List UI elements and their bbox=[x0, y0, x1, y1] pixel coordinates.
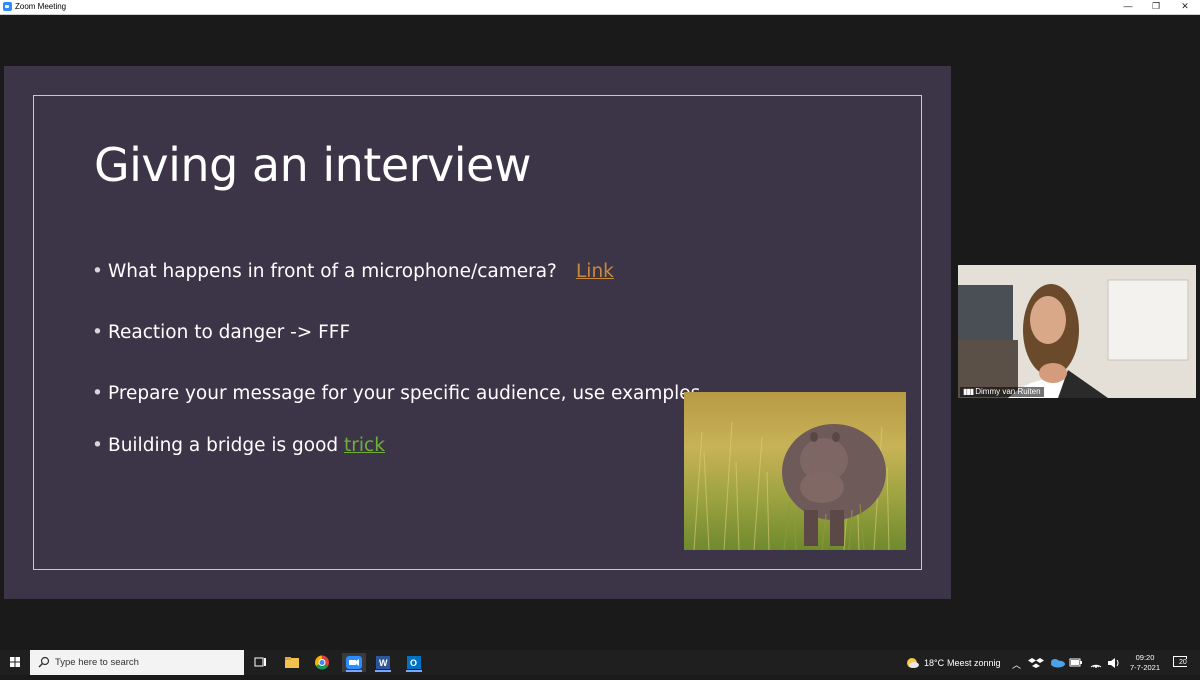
bullet-2: • Reaction to danger -> FFF bbox=[92, 322, 351, 343]
slide-title: Giving an interview bbox=[94, 138, 531, 192]
chevron-up-icon[interactable]: ︿ bbox=[1012, 658, 1021, 671]
clock-time: 09:20 bbox=[1135, 653, 1155, 662]
active-indicator bbox=[346, 670, 362, 672]
wifi-icon[interactable] bbox=[1088, 653, 1104, 672]
svg-text:W: W bbox=[379, 658, 388, 668]
bullet-4-text: Building a bridge is good bbox=[108, 435, 345, 456]
svg-text:O: O bbox=[410, 658, 417, 668]
zoom-icon[interactable] bbox=[342, 653, 366, 672]
search-placeholder: Type here to search bbox=[55, 657, 139, 668]
dropbox-icon[interactable] bbox=[1028, 653, 1044, 672]
participant-name: Dimmy van Ruiten bbox=[975, 387, 1041, 396]
outlook-icon[interactable]: O bbox=[404, 653, 424, 672]
volume-icon[interactable] bbox=[1106, 653, 1122, 672]
windows-start-icon[interactable] bbox=[0, 650, 30, 675]
weather-temperature[interactable]: 18°C bbox=[924, 658, 944, 668]
bullet-2-text: Reaction to danger -> FFF bbox=[108, 322, 351, 343]
battery-icon[interactable] bbox=[1068, 653, 1084, 672]
active-indicator bbox=[406, 670, 422, 672]
participant-video[interactable]: ▮▮▮ Dimmy van Ruiten bbox=[958, 265, 1196, 398]
trick-link[interactable]: trick bbox=[344, 435, 385, 456]
bullet-1: • What happens in front of a microphone/c… bbox=[92, 261, 557, 282]
weather-description[interactable]: Meest zonnig bbox=[947, 658, 1001, 668]
notification-count: 20 bbox=[1178, 659, 1188, 666]
task-view-icon[interactable] bbox=[250, 653, 270, 672]
taskbar-search-input[interactable]: Type here to search bbox=[30, 650, 244, 675]
active-indicator bbox=[375, 670, 391, 672]
notification-icon[interactable]: 20 bbox=[1173, 656, 1188, 668]
slide-link[interactable]: Link bbox=[576, 261, 614, 282]
bullet-3: • Prepare your message for your specific … bbox=[92, 383, 701, 404]
zoom-app-icon bbox=[3, 2, 12, 11]
participant-name-label: ▮▮▮ Dimmy van Ruiten bbox=[960, 387, 1044, 397]
chrome-icon[interactable] bbox=[312, 653, 332, 672]
onedrive-icon[interactable] bbox=[1048, 653, 1066, 672]
weather-icon bbox=[902, 653, 922, 672]
taskbar-clock[interactable]: 09:20 7-7-2021 bbox=[1125, 653, 1165, 673]
minimize-button[interactable]: — bbox=[1113, 0, 1143, 14]
window-title: Zoom Meeting bbox=[15, 2, 67, 11]
bullet-3-text: Prepare your message for your specific a… bbox=[108, 383, 701, 404]
clock-date: 7-7-2021 bbox=[1129, 663, 1161, 672]
file-explorer-icon[interactable] bbox=[282, 653, 302, 672]
maximize-button[interactable]: ❐ bbox=[1141, 0, 1171, 14]
windows-taskbar: Type here to search W O 18°C Meest zonni… bbox=[0, 650, 1200, 675]
search-icon bbox=[38, 656, 50, 668]
hippo-image bbox=[684, 392, 906, 550]
bullet-4: • Building a bridge is good trick bbox=[92, 435, 385, 456]
shared-screen: Giving an interview • What happens in fro… bbox=[4, 66, 951, 599]
signal-bars-icon: ▮▮▮ bbox=[963, 387, 974, 396]
word-icon[interactable]: W bbox=[373, 653, 393, 672]
bullet-1-text: What happens in front of a microphone/ca… bbox=[108, 261, 557, 282]
window-titlebar: Zoom Meeting — ❐ ✕ bbox=[0, 0, 1200, 15]
close-button[interactable]: ✕ bbox=[1170, 0, 1200, 14]
